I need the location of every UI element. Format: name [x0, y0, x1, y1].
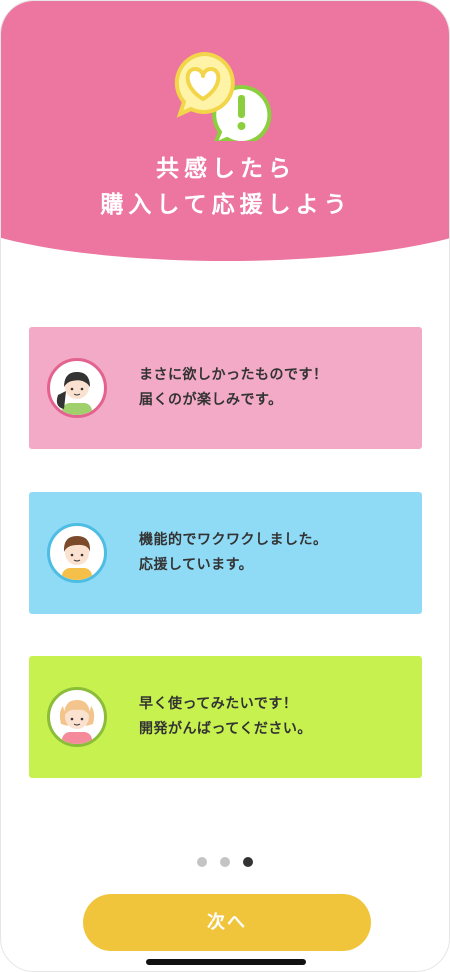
testimonial-line-1: 機能的でワクワクしました。	[139, 532, 328, 548]
testimonial-line-2: 応援しています。	[139, 557, 254, 573]
onboarding-screen: 共感したら 購入して応援しよう まさに欲しかったものです！ 届くのが楽しみです。	[0, 0, 450, 972]
page-dot[interactable]	[197, 857, 207, 867]
girl-avatar	[47, 358, 107, 418]
testimonial-line-2: 届くのが楽しみです。	[139, 392, 283, 408]
page-dot[interactable]	[220, 857, 230, 867]
hero-title: 共感したら 購入して応援しよう	[1, 151, 449, 223]
heart-bubble-icon	[174, 51, 235, 118]
testimonial-text: まさに欲しかったものです！ 届くのが楽しみです。	[139, 363, 328, 413]
home-indicator[interactable]	[146, 959, 306, 965]
hero-title-line-2: 購入して応援しよう	[100, 192, 352, 218]
testimonial-card: まさに欲しかったものです！ 届くのが楽しみです。	[29, 327, 422, 449]
testimonial-card: 機能的でワクワクしました。 応援しています。	[29, 492, 422, 614]
testimonial-text: 早く使ってみたいです！ 開発がんばってください。	[139, 692, 312, 742]
page-dot-active[interactable]	[243, 857, 253, 867]
testimonial-line-1: まさに欲しかったものです！	[139, 367, 328, 383]
next-button[interactable]: 次へ	[83, 894, 371, 951]
blonde-girl-avatar	[47, 687, 107, 747]
hero-icons	[174, 51, 272, 141]
testimonial-line-1: 早く使ってみたいです！	[139, 696, 298, 712]
hero-title-line-1: 共感したら	[156, 156, 296, 182]
testimonial-line-2: 開発がんばってください。	[139, 721, 312, 737]
page-indicator	[197, 857, 253, 867]
boy-avatar	[47, 523, 107, 583]
testimonial-card: 早く使ってみたいです！ 開発がんばってください。	[29, 656, 422, 778]
testimonial-text: 機能的でワクワクしました。 応援しています。	[139, 528, 328, 578]
